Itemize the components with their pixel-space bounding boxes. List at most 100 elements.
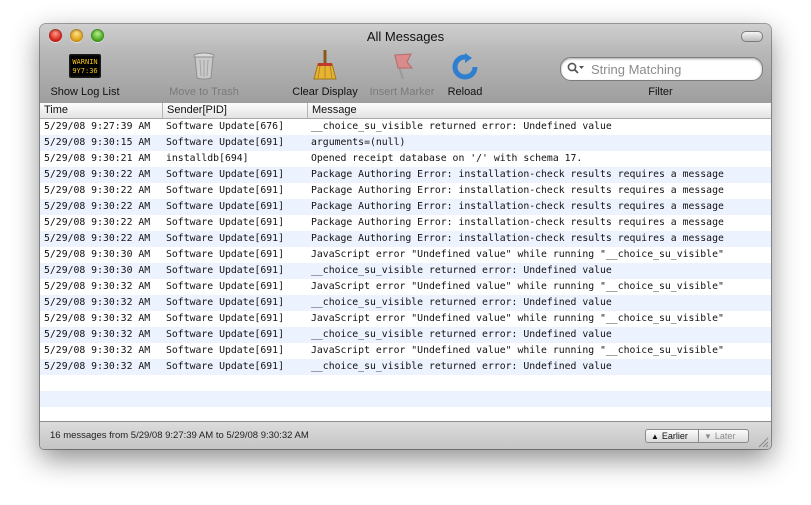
- cell-time: 5/29/08 9:30:22 AM: [44, 185, 151, 196]
- cell-time: 5/29/08 9:30:32 AM: [44, 281, 151, 292]
- cell-message: Package Authoring Error: installation-ch…: [311, 169, 724, 180]
- move-to-trash-button[interactable]: Move to Trash: [164, 52, 244, 100]
- search-field[interactable]: [560, 57, 763, 81]
- cell-message: Package Authoring Error: installation-ch…: [311, 233, 724, 244]
- cell-message: JavaScript error "Undefined value" while…: [311, 345, 724, 356]
- cell-message: JavaScript error "Undefined value" while…: [311, 281, 724, 292]
- table-row[interactable]: 5/29/08 9:30:22 AM Software Update[691] Pa…: [40, 199, 771, 215]
- console-window: All Messages WARNIN 9Y7:36 Show Log List: [40, 24, 771, 449]
- table-row[interactable]: 5/29/08 9:30:32 AM Software Update[691] Ja…: [40, 343, 771, 359]
- table-row[interactable]: [40, 375, 771, 391]
- reload-icon: [452, 53, 478, 81]
- cell-time: 5/29/08 9:30:15 AM: [44, 137, 151, 148]
- cell-time: 5/29/08 9:30:22 AM: [44, 201, 151, 212]
- table-row[interactable]: 5/29/08 9:30:32 AM Software Update[691] __…: [40, 359, 771, 375]
- cell-time: 5/29/08 9:30:32 AM: [44, 297, 151, 308]
- insert-marker-button[interactable]: Insert Marker: [362, 53, 442, 100]
- column-header-sender[interactable]: Sender[PID]: [163, 103, 308, 118]
- search-input[interactable]: [589, 60, 758, 78]
- cell-time: 5/29/08 9:30:32 AM: [44, 313, 151, 324]
- cell-time: 5/29/08 9:30:21 AM: [44, 153, 151, 164]
- table-row[interactable]: 5/29/08 9:30:15 AM Software Update[691] ar…: [40, 135, 771, 151]
- table-row[interactable]: 5/29/08 9:30:22 AM Software Update[691] Pa…: [40, 231, 771, 247]
- cell-sender: Software Update[691]: [166, 329, 284, 340]
- column-header-time[interactable]: Time: [40, 103, 163, 118]
- table-row[interactable]: 5/29/08 9:30:32 AM Software Update[691] Ja…: [40, 311, 771, 327]
- reload-button[interactable]: Reload: [437, 53, 493, 100]
- cell-time: 5/29/08 9:30:30 AM: [44, 249, 151, 260]
- clear-display-label: Clear Display: [292, 86, 358, 98]
- insert-marker-label: Insert Marker: [369, 86, 435, 98]
- cell-sender: Software Update[691]: [166, 345, 284, 356]
- status-bar: 16 messages from 5/29/08 9:27:39 AM to 5…: [40, 421, 771, 449]
- table-row[interactable]: 5/29/08 9:30:21 AM installdb[694] Opened r…: [40, 151, 771, 167]
- cell-sender: Software Update[691]: [166, 185, 284, 196]
- table-row[interactable]: 5/29/08 9:30:30 AM Software Update[691] __…: [40, 263, 771, 279]
- cell-sender: Software Update[691]: [166, 361, 284, 372]
- broom-icon: [313, 50, 337, 80]
- cell-sender: installdb[694]: [166, 153, 249, 164]
- cell-time: 5/29/08 9:30:32 AM: [44, 345, 151, 356]
- cell-time: 5/29/08 9:30:22 AM: [44, 169, 151, 180]
- cell-sender: Software Update[691]: [166, 201, 284, 212]
- cell-time: 5/29/08 9:27:39 AM: [44, 121, 151, 132]
- svg-text:WARNIN: WARNIN: [72, 58, 97, 66]
- cell-time: 5/29/08 9:30:30 AM: [44, 265, 151, 276]
- clear-display-button[interactable]: Clear Display: [285, 50, 365, 100]
- message-table: Time Sender[PID] Message 5/29/08 9:27:39…: [40, 103, 771, 421]
- message-count-status: 16 messages from 5/29/08 9:27:39 AM to 5…: [50, 430, 309, 441]
- cell-time: 5/29/08 9:30:32 AM: [44, 361, 151, 372]
- table-row[interactable]: 5/29/08 9:30:22 AM Software Update[691] Pa…: [40, 167, 771, 183]
- cell-sender: Software Update[676]: [166, 121, 284, 132]
- earlier-label: Earlier: [661, 431, 688, 441]
- later-button[interactable]: ▼ Later: [698, 429, 749, 443]
- table-row[interactable]: 5/29/08 9:30:32 AM Software Update[691] Ja…: [40, 279, 771, 295]
- table-row[interactable]: 5/29/08 9:27:39 AM Software Update[676] __…: [40, 119, 771, 135]
- cell-sender: Software Update[691]: [166, 137, 284, 148]
- move-to-trash-label: Move to Trash: [169, 86, 239, 98]
- cell-message: arguments=(null): [311, 137, 406, 148]
- cell-sender: Software Update[691]: [166, 265, 284, 276]
- cell-sender: Software Update[691]: [166, 313, 284, 324]
- title-toolbar: All Messages WARNIN 9Y7:36 Show Log List: [40, 24, 771, 104]
- show-log-list-label: Show Log List: [50, 86, 120, 98]
- filter-label: Filter: [648, 86, 673, 98]
- table-row[interactable]: 5/29/08 9:30:32 AM Software Update[691] __…: [40, 295, 771, 311]
- cell-sender: Software Update[691]: [166, 233, 284, 244]
- table-row[interactable]: [40, 391, 771, 407]
- resize-grip-icon[interactable]: [758, 437, 769, 448]
- later-label: Later: [714, 431, 736, 441]
- cell-message: JavaScript error "Undefined value" while…: [311, 249, 724, 260]
- column-header-message[interactable]: Message: [308, 103, 771, 118]
- table-row[interactable]: 5/29/08 9:30:22 AM Software Update[691] Pa…: [40, 215, 771, 231]
- table-row[interactable]: 5/29/08 9:30:32 AM Software Update[691] __…: [40, 327, 771, 343]
- cell-time: 5/29/08 9:30:22 AM: [44, 233, 151, 244]
- table-rows: 5/29/08 9:27:39 AM Software Update[676] __…: [40, 119, 771, 407]
- table-header: Time Sender[PID] Message: [40, 103, 771, 119]
- reload-label: Reload: [447, 86, 483, 98]
- cell-sender: Software Update[691]: [166, 169, 284, 180]
- up-triangle-icon: ▲: [651, 432, 659, 441]
- cell-time: 5/29/08 9:30:22 AM: [44, 217, 151, 228]
- cell-sender: Software Update[691]: [166, 217, 284, 228]
- cell-sender: Software Update[691]: [166, 297, 284, 308]
- earlier-button[interactable]: ▲ Earlier: [645, 429, 699, 443]
- table-row[interactable]: 5/29/08 9:30:22 AM Software Update[691] Pa…: [40, 183, 771, 199]
- cell-message: __choice_su_visible returned error: Unde…: [311, 297, 612, 308]
- cell-message: __choice_su_visible returned error: Unde…: [311, 329, 612, 340]
- cell-message: __choice_su_visible returned error: Unde…: [311, 121, 612, 132]
- window-title: All Messages: [366, 29, 445, 44]
- search-icon[interactable]: [567, 62, 585, 80]
- cell-message: __choice_su_visible returned error: Unde…: [311, 265, 612, 276]
- log-list-icon: WARNIN 9Y7:36: [69, 54, 101, 78]
- cell-message: Package Authoring Error: installation-ch…: [311, 185, 724, 196]
- toolbar-toggle-button[interactable]: [741, 31, 763, 42]
- cell-sender: Software Update[691]: [166, 249, 284, 260]
- table-row[interactable]: 5/29/08 9:30:30 AM Software Update[691] Ja…: [40, 247, 771, 263]
- svg-text:9Y7:36: 9Y7:36: [72, 67, 97, 75]
- cell-message: Package Authoring Error: installation-ch…: [311, 217, 724, 228]
- cell-sender: Software Update[691]: [166, 281, 284, 292]
- cell-message: Opened receipt database on '/' with sche…: [311, 153, 583, 164]
- cell-time: 5/29/08 9:30:32 AM: [44, 329, 151, 340]
- show-log-list-button[interactable]: WARNIN 9Y7:36 Show Log List: [45, 54, 125, 100]
